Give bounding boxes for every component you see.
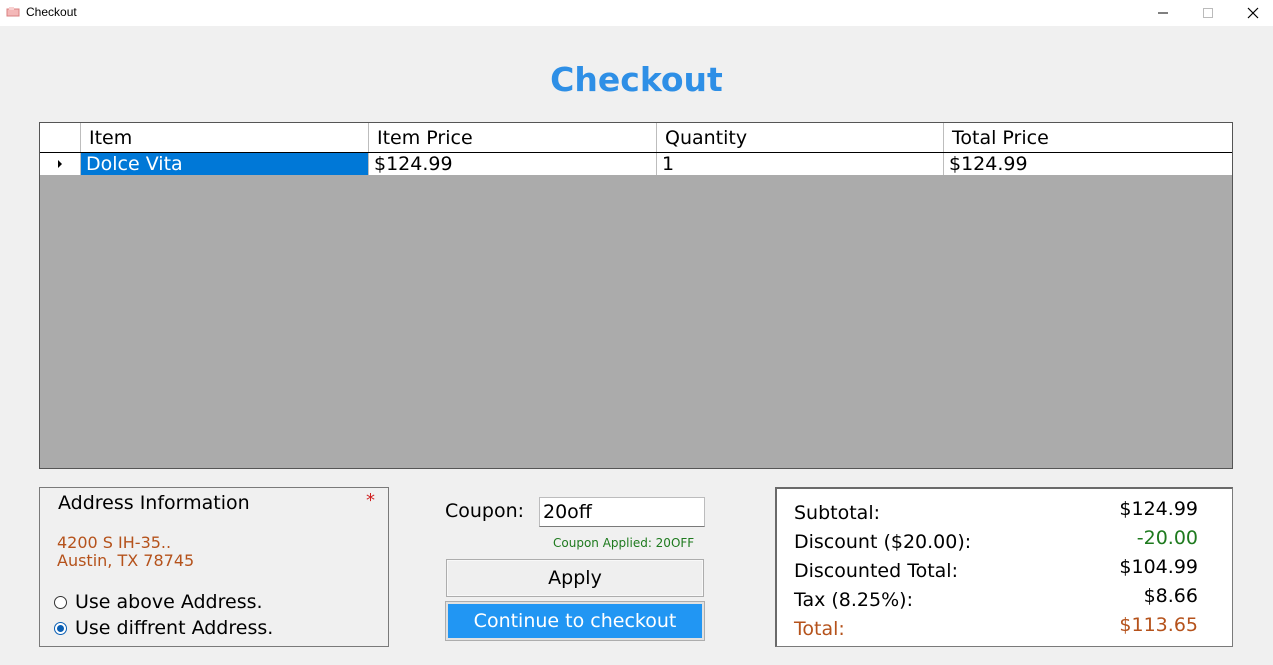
discount-value: -20.00 [1136,527,1198,549]
cart-grid[interactable]: Item Item Price Quantity Total Price Dol… [39,122,1233,469]
subtotal-value: $124.99 [1119,498,1198,520]
address-title: Address Information [58,492,250,514]
total-value: $113.65 [1119,614,1198,636]
row-selector[interactable] [40,153,81,175]
row-header-corner [40,123,81,152]
window-title: Checkout [26,5,77,19]
close-button[interactable] [1230,0,1273,26]
column-header-item[interactable]: Item [81,123,369,152]
page-title: Checkout [550,60,723,99]
address-line-2: Austin, TX 78745 [57,551,195,570]
maximize-icon [1203,8,1213,18]
use-above-address-label[interactable]: Use above Address. [75,591,263,613]
coupon-input[interactable]: 20off [539,497,705,527]
coupon-status: Coupon Applied: 20OFF [553,536,695,550]
grid-header: Item Item Price Quantity Total Price [40,123,1232,153]
radio-checked-icon[interactable] [54,621,67,635]
coupon-label: Coupon: [445,500,525,522]
use-different-address-radio[interactable]: Use diffrent Address. [54,617,273,639]
cell-item[interactable]: Dolce Vita [81,153,369,175]
use-above-address-radio[interactable]: Use above Address. [54,591,263,613]
cell-total-price[interactable]: $124.99 [944,153,1232,175]
app-icon [6,7,20,17]
continue-to-checkout-button[interactable]: Continue to checkout [445,601,705,641]
discounted-total-value: $104.99 [1119,556,1198,578]
column-header-total-price[interactable]: Total Price [944,123,1232,152]
discount-label: Discount ($20.00): [794,531,972,553]
close-icon [1247,7,1259,19]
cell-quantity[interactable]: 1 [657,153,944,175]
minimize-icon [1158,12,1168,14]
column-header-item-price[interactable]: Item Price [369,123,657,152]
radio-unchecked-icon[interactable] [54,595,67,609]
required-marker: * [366,490,375,511]
table-row[interactable]: Dolce Vita $124.99 1 $124.99 [40,153,1232,175]
order-summary: Subtotal: $124.99 Discount ($20.00): -20… [775,487,1233,647]
subtotal-label: Subtotal: [794,502,881,524]
apply-button[interactable]: Apply [446,559,704,597]
cell-item-price[interactable]: $124.99 [369,153,657,175]
title-bar: Checkout [0,0,1273,26]
current-row-arrow-icon [58,160,62,168]
maximize-button[interactable] [1185,0,1231,26]
column-header-quantity[interactable]: Quantity [657,123,944,152]
minimize-button[interactable] [1140,0,1186,26]
use-different-address-label[interactable]: Use diffrent Address. [75,617,273,639]
tax-label: Tax (8.25%): [794,589,913,611]
tax-value: $8.66 [1143,585,1198,607]
address-panel: Address Information * 4200 S IH-35.. Aus… [39,487,389,647]
address-line-1: 4200 S IH-35.. [57,533,172,552]
discounted-total-label: Discounted Total: [794,560,958,582]
total-label: Total: [794,618,845,640]
